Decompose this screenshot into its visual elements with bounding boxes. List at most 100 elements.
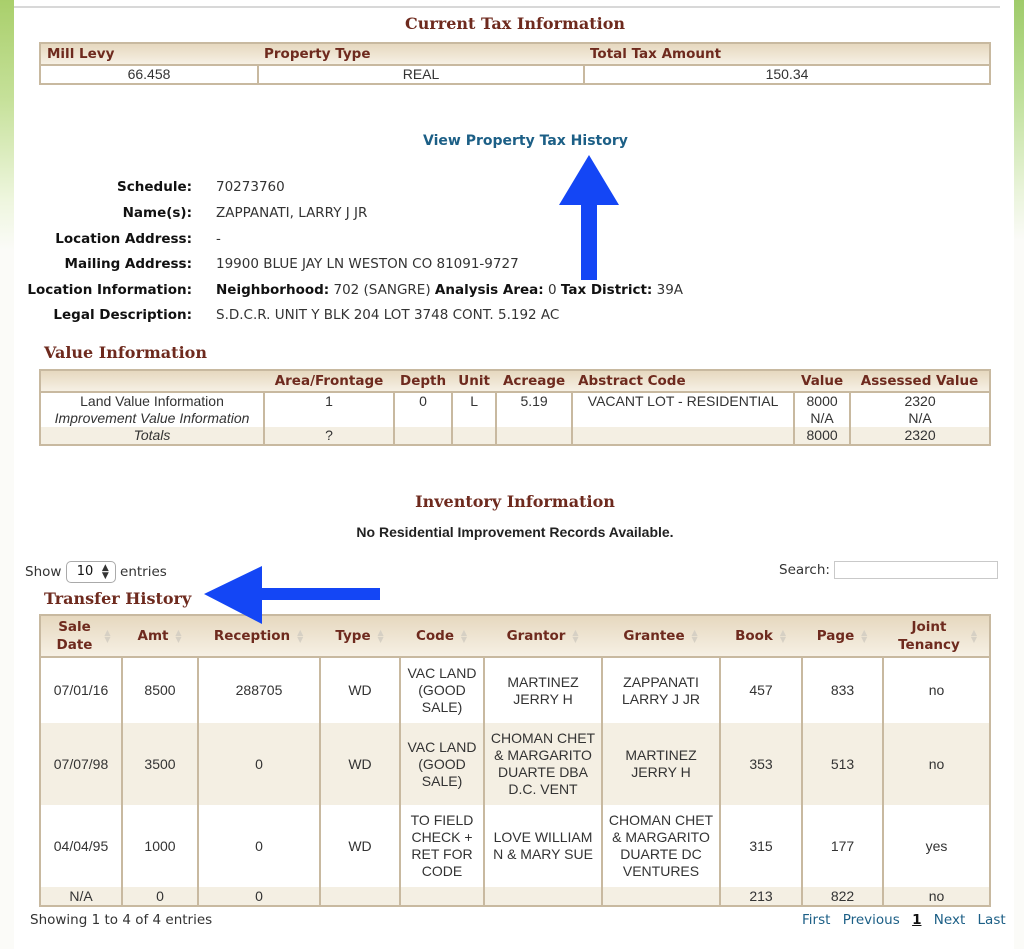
type: WD [319, 657, 400, 723]
code: VAC LAND (GOOD SALE) [399, 723, 484, 805]
row-label: Improvement Value Information [54, 410, 250, 426]
type: WD [319, 723, 400, 805]
names-label: Name(s): [122, 205, 192, 221]
location-info-label: Location Information: [27, 282, 192, 298]
header-label: Code [415, 628, 454, 644]
book: 457 [719, 657, 802, 723]
mill-levy-value: 66.458 [127, 66, 171, 82]
transfer-history-table: Sale Date ▲ ▼ Amt ▲ ▼ Reception ▲ ▼ Type ▲ ▼ Cod… [39, 614, 991, 907]
header-abstract-code: Abstract Code [572, 370, 795, 393]
header-depth: Depth [394, 370, 453, 393]
header-blank [40, 370, 264, 393]
header-label: Book [735, 628, 773, 644]
header-book[interactable]: Book ▲ ▼ [720, 615, 802, 658]
header-acreage: Acreage [496, 370, 573, 393]
header-total-tax: Total Tax Amount [584, 43, 990, 66]
header-property-type: Property Type [258, 43, 584, 66]
header-joint-tenancy[interactable]: Joint Tenancy ▲ ▼ [883, 615, 990, 658]
total-tax-value: 150.34 [583, 65, 990, 84]
current-page-button[interactable]: 1 [912, 912, 921, 928]
book: 315 [719, 805, 802, 887]
grantee: ZAPPANATI LARRY J JR [601, 657, 720, 723]
book: 353 [719, 723, 802, 805]
assessed-value: 2320 [849, 392, 990, 410]
entries-select-value: 10 [76, 564, 94, 579]
select-arrows-icon: ▲ ▼ [101, 563, 109, 581]
reception: 0 [197, 887, 320, 906]
location-address-label: Location Address: [55, 231, 192, 247]
depth: 0 [392, 392, 453, 410]
acreage [495, 427, 573, 445]
page: 177 [801, 805, 883, 887]
book: 213 [719, 887, 802, 906]
mailing-address-value: 19900 BLUE JAY LN WESTON CO 81091-9727 [216, 256, 519, 272]
abstract-code [571, 410, 795, 427]
grantee: CHOMAN CHET & MARGARITO DUARTE DC VENTUR… [601, 805, 720, 887]
header-grantor[interactable]: Grantor ▲ ▼ [484, 615, 602, 658]
names-value: ZAPPANATI, LARRY J JR [216, 205, 368, 221]
table-info: Showing 1 to 4 of 4 entries [30, 912, 213, 928]
header-label: Reception [213, 628, 291, 644]
inventory-message: No Residential Improvement Records Avail… [356, 524, 674, 540]
background-foliage-left [0, 0, 14, 250]
header-label: Amt [137, 628, 169, 644]
next-page-button[interactable]: Next [934, 912, 965, 928]
abstract-code [571, 427, 795, 445]
header-code[interactable]: Code ▲ ▼ [400, 615, 484, 658]
analysis-area-label: Analysis Area: [434, 282, 544, 298]
search-control: Search: [779, 561, 999, 579]
legal-description-value: S.D.C.R. UNIT Y BLK 204 LOT 3748 CONT. 5… [216, 307, 560, 323]
header-unit: Unit [452, 370, 497, 393]
sort-icon: ▲ ▼ [104, 628, 111, 644]
header-sale-date[interactable]: Sale Date ▲ ▼ [40, 615, 122, 658]
previous-page-button[interactable]: Previous [843, 912, 900, 928]
area-frontage [263, 410, 394, 427]
area-frontage: 1 [263, 392, 394, 410]
header-label: Grantor [506, 628, 566, 644]
entries-select[interactable]: 10 ▲ ▼ [65, 561, 116, 583]
header-label: Grantee [623, 628, 685, 644]
sort-icon: ▲ ▼ [175, 628, 182, 644]
first-page-button[interactable]: First [802, 912, 830, 928]
header-label: Page [816, 628, 855, 644]
header-amt[interactable]: Amt ▲ ▼ [122, 615, 198, 658]
joint-tenancy: no [882, 887, 990, 906]
property-type-value: REAL [257, 65, 584, 84]
sort-icon: ▲ ▼ [460, 628, 468, 644]
type [319, 887, 400, 906]
search-label: Search: [779, 562, 830, 578]
page: 513 [801, 723, 883, 805]
grantee: MARTINEZ JERRY H [601, 723, 720, 805]
last-page-button[interactable]: Last [978, 912, 1006, 928]
amt: 1000 [121, 805, 198, 887]
page: 822 [801, 887, 883, 906]
sale-date: N/A [40, 887, 122, 906]
header-grantee[interactable]: Grantee ▲ ▼ [602, 615, 720, 658]
view-tax-history-link[interactable]: View Property Tax History [423, 133, 628, 149]
header-label: Type [335, 628, 371, 644]
joint-tenancy: no [882, 723, 990, 805]
unit [451, 427, 497, 445]
amt: 0 [121, 887, 198, 906]
table-row: N/A 0 0 213 822 no [40, 887, 990, 906]
sort-icon: ▲ ▼ [297, 628, 304, 644]
sale-date: 07/07/98 [40, 723, 122, 805]
depth [392, 410, 453, 427]
inventory-title: Inventory Information [415, 492, 615, 511]
assessed-value: N/A [849, 410, 990, 427]
sort-icon: ▲ ▼ [691, 628, 698, 644]
improvement-value-row: Improvement Value Information N/A N/A [40, 410, 990, 427]
value: N/A [793, 410, 851, 427]
schedule-value: 70273760 [216, 179, 285, 195]
totals-row: Totals ? 8000 2320 [40, 427, 990, 445]
assessed-value: 2320 [849, 427, 990, 445]
search-input[interactable] [834, 561, 999, 579]
grantor: LOVE WILLIAM N & MARY SUE [483, 805, 602, 887]
header-area-frontage: Area/Frontage [264, 370, 394, 393]
code: VAC LAND (GOOD SALE) [399, 657, 484, 723]
sort-icon: ▲ ▼ [779, 628, 786, 644]
header-page[interactable]: Page ▲ ▼ [802, 615, 883, 658]
pagination: First Previous 1 Next Last [794, 912, 1006, 928]
area-frontage: ? [263, 427, 394, 445]
row-label: Land Value Information [80, 393, 224, 409]
